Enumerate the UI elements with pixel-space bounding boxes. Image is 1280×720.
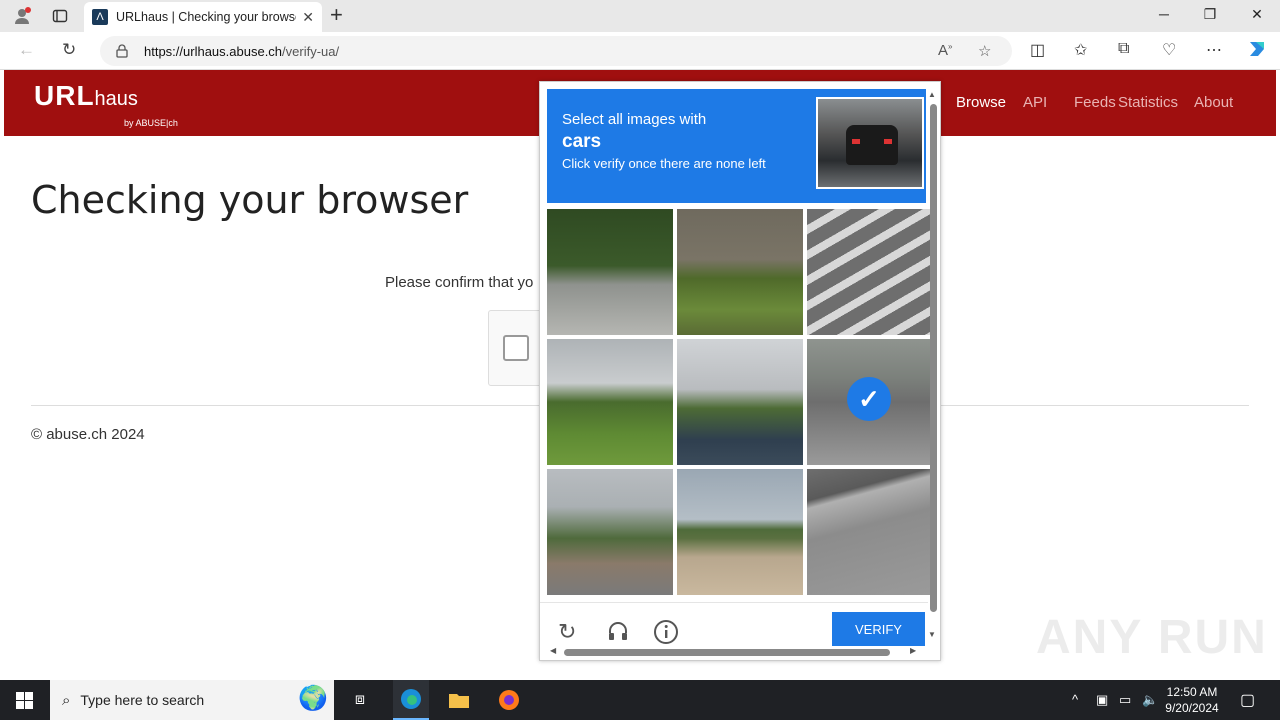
scroll-up-icon[interactable]: ▲ xyxy=(928,90,936,99)
windows-logo-icon xyxy=(15,691,33,709)
nav-browse[interactable]: Browse xyxy=(956,94,1006,111)
image-tile-3[interactable] xyxy=(807,209,933,335)
nav-about[interactable]: About xyxy=(1194,94,1233,111)
nav-statistics[interactable]: Statistics xyxy=(1118,94,1178,111)
tab-actions-icon[interactable] xyxy=(48,4,72,28)
captcha-checkbox[interactable] xyxy=(503,335,529,361)
confirm-text: Please confirm that yo xyxy=(385,274,534,291)
scroll-left-icon[interactable]: ◀ xyxy=(550,646,556,655)
image-tile-4[interactable] xyxy=(547,339,673,465)
image-tile-5[interactable] xyxy=(677,339,803,465)
anyrun-watermark: ANY RUN xyxy=(1036,611,1268,664)
volume-icon[interactable]: 🔈 xyxy=(1142,692,1158,708)
prompt-target: cars xyxy=(562,131,602,152)
profile-icon[interactable] xyxy=(10,4,34,28)
url-domain: https://urlhaus.abuse.ch xyxy=(144,43,283,59)
captcha-challenge: Select all images with cars Click verify… xyxy=(539,81,941,661)
search-placeholder: Type here to search xyxy=(80,692,205,708)
nav-feeds[interactable]: Feeds xyxy=(1074,94,1116,111)
collections-icon[interactable]: ⧉ xyxy=(1118,40,1129,58)
image-tile-2[interactable] xyxy=(677,209,803,335)
audio-challenge-icon[interactable] xyxy=(606,619,630,649)
meet-now-icon[interactable]: ▣ xyxy=(1096,692,1108,708)
challenge-prompt: Select all images with cars Click verify… xyxy=(547,89,926,203)
horizontal-scroll-thumb[interactable] xyxy=(564,649,890,656)
scroll-right-icon[interactable]: ▶ xyxy=(910,646,916,655)
copilot-icon[interactable] xyxy=(1246,38,1268,65)
close-window-icon[interactable]: ✕ xyxy=(1234,6,1280,23)
image-tile-7[interactable] xyxy=(547,469,673,595)
network-icon[interactable]: ▭ xyxy=(1119,692,1131,708)
logo-sub: haus xyxy=(94,88,138,110)
image-tile-1[interactable] xyxy=(547,209,673,335)
new-tab-icon[interactable]: + xyxy=(330,4,343,26)
url-field[interactable]: https://urlhaus.abuse.ch/verify-ua/ A» ☆ xyxy=(100,36,1012,66)
urlhaus-favicon-icon: Λ xyxy=(92,9,108,25)
scroll-down-icon[interactable]: ▼ xyxy=(928,630,936,639)
task-view-icon[interactable]: ⧈ xyxy=(347,688,373,712)
image-grid: ✓ xyxy=(547,209,933,595)
browser-tab-bar: Λ URLhaus | Checking your browser ✕ + ─ … xyxy=(0,0,1280,32)
favorites-icon[interactable]: ✩ xyxy=(1074,40,1087,60)
nav-api[interactable]: API xyxy=(1023,94,1047,111)
notifications-icon[interactable]: ▢ xyxy=(1240,690,1255,710)
close-tab-icon[interactable]: ✕ xyxy=(302,9,314,26)
refresh-icon[interactable]: ↻ xyxy=(62,40,76,60)
info-icon[interactable] xyxy=(653,619,679,651)
search-icon: ⌕ xyxy=(62,691,71,709)
file-explorer-icon[interactable] xyxy=(446,688,472,712)
prompt-line1: Select all images with xyxy=(562,111,707,128)
verify-button[interactable]: VERIFY xyxy=(832,612,925,646)
windows-taskbar: ⌕ Type here to search 🌍 ⧈ ^ ▣ ▭ 🔈 12:50 … xyxy=(0,680,1280,720)
edge-taskbar-icon[interactable] xyxy=(393,680,429,720)
selected-check-icon: ✓ xyxy=(847,377,891,421)
read-aloud-icon[interactable]: A» xyxy=(938,42,952,59)
prompt-instruction: Click verify once there are none left xyxy=(562,156,766,171)
logo-main: URL xyxy=(34,80,95,111)
vertical-scroll-thumb[interactable] xyxy=(930,104,937,612)
challenge-footer: ↻ VERIFY xyxy=(540,602,928,646)
browser-essentials-icon[interactable]: ♡ xyxy=(1162,40,1176,60)
browser-tab-active[interactable]: Λ URLhaus | Checking your browser ✕ xyxy=(84,2,322,32)
clock-date: 9/20/2024 xyxy=(1165,701,1219,715)
horizontal-scrollbar[interactable]: ◀ ▶ xyxy=(550,646,918,656)
tab-title: URLhaus | Checking your browser xyxy=(116,10,297,24)
split-screen-icon[interactable]: ◫ xyxy=(1030,40,1045,60)
taskbar-clock[interactable]: 12:50 AM 9/20/2024 xyxy=(1160,684,1224,716)
start-button[interactable] xyxy=(0,680,48,720)
page-title: Checking your browser xyxy=(31,178,469,222)
vertical-scrollbar[interactable]: ▲ ▼ xyxy=(928,90,938,640)
url-path: /verify-ua/ xyxy=(282,43,340,59)
address-toolbar: ← ↻ https://urlhaus.abuse.ch/verify-ua/ … xyxy=(0,32,1280,70)
image-tile-9[interactable] xyxy=(807,469,933,595)
taskbar-search[interactable]: ⌕ Type here to search 🌍 xyxy=(50,680,334,720)
firefox-icon[interactable] xyxy=(496,688,522,712)
more-options-icon[interactable]: ⋯ xyxy=(1206,40,1222,60)
refresh-challenge-icon[interactable]: ↻ xyxy=(558,619,576,645)
sample-car-image xyxy=(816,97,924,189)
image-tile-8[interactable] xyxy=(677,469,803,595)
lock-icon[interactable] xyxy=(116,44,128,58)
restore-icon[interactable]: ❐ xyxy=(1187,6,1233,23)
logo-by: by ABUSE|ch xyxy=(124,118,178,128)
favorite-star-icon[interactable]: ☆ xyxy=(978,42,991,60)
clock-time: 12:50 AM xyxy=(1166,685,1218,699)
show-hidden-icons-icon[interactable]: ^ xyxy=(1072,692,1078,707)
minimize-icon[interactable]: ─ xyxy=(1141,6,1187,22)
urlhaus-logo[interactable]: URLhaus by ABUSE|ch xyxy=(34,80,178,128)
copyright: © abuse.ch 2024 xyxy=(31,426,145,443)
search-highlight-icon: 🌍 xyxy=(298,685,328,712)
back-icon[interactable]: ← xyxy=(18,40,35,60)
image-tile-6[interactable]: ✓ xyxy=(807,339,933,465)
